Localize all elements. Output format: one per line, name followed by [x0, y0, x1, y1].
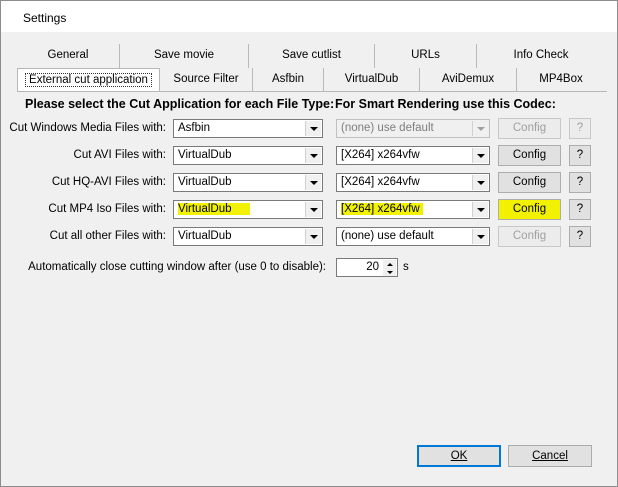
config-button-other[interactable]: Config	[498, 226, 561, 247]
tab-label: Save movie	[153, 49, 215, 61]
select-value: (none) use default	[341, 230, 434, 242]
codec-select-mp4[interactable]: [X264] x264vfw	[336, 200, 490, 219]
tab-virtualdub[interactable]: VirtualDub	[324, 68, 420, 92]
tab-label: VirtualDub	[344, 73, 399, 85]
tab-label: General	[47, 49, 89, 61]
cancel-button[interactable]: Cancel	[508, 445, 592, 467]
tab-external-cut-application[interactable]: External cut application	[17, 68, 160, 92]
row-label-hq-avi: Cut HQ-AVI Files with:	[51, 176, 166, 188]
codec-header: For Smart Rendering use this Codec:	[335, 97, 556, 111]
select-value: [X264] x264vfw	[341, 176, 420, 188]
codec-select-other[interactable]: (none) use default	[336, 227, 490, 246]
config-button-hq-avi[interactable]: Config	[498, 172, 561, 193]
select-value: VirtualDub	[178, 230, 232, 242]
help-button-wmv[interactable]: ?	[569, 118, 591, 139]
title-bar: Settings	[1, 1, 617, 32]
tab-row-top: General Save movie Save cutlist URLs Inf…	[17, 44, 605, 68]
select-value: [X264] x264vfw	[341, 203, 423, 215]
cut-app-select-wmv[interactable]: Asfbin	[173, 119, 323, 138]
tab-info-check[interactable]: Info Check	[477, 44, 605, 68]
tab-save-cutlist[interactable]: Save cutlist	[249, 44, 375, 68]
chevron-down-icon	[472, 229, 488, 244]
tab-mp4box[interactable]: MP4Box	[517, 68, 605, 92]
cancel-label: Cancel	[532, 450, 568, 462]
window-title: Settings	[23, 11, 67, 25]
cut-app-header: Please select the Cut Application for ea…	[25, 97, 335, 111]
ok-button[interactable]: OK	[417, 445, 501, 467]
tab-label: Info Check	[513, 49, 569, 61]
tab-general[interactable]: General	[17, 44, 120, 68]
cut-app-select-mp4[interactable]: VirtualDub	[173, 200, 323, 219]
select-value: VirtualDub	[178, 176, 232, 188]
chevron-down-icon	[472, 121, 488, 136]
chevron-down-icon	[472, 175, 488, 190]
row-label-mp4: Cut MP4 Iso Files with:	[48, 203, 166, 215]
help-button-avi[interactable]: ?	[569, 145, 591, 166]
tab-label: Asfbin	[272, 73, 304, 85]
tab-label: AviDemux	[441, 73, 495, 85]
tab-source-filter[interactable]: Source Filter	[160, 68, 253, 92]
tab-save-movie[interactable]: Save movie	[120, 44, 249, 68]
select-value: [X264] x264vfw	[341, 149, 420, 161]
spin-down-icon[interactable]	[383, 268, 396, 276]
tab-label: Source Filter	[173, 73, 239, 85]
spinner-value: 20	[366, 261, 379, 273]
ok-label: OK	[450, 450, 468, 462]
autoclose-spinner[interactable]: 20	[336, 258, 398, 277]
cut-app-select-avi[interactable]: VirtualDub	[173, 146, 323, 165]
row-label-avi: Cut AVI Files with:	[73, 149, 166, 161]
cut-app-select-other[interactable]: VirtualDub	[173, 227, 323, 246]
config-button-mp4[interactable]: Config	[498, 199, 561, 220]
chevron-down-icon	[305, 175, 321, 190]
select-value: VirtualDub	[178, 149, 232, 161]
config-button-avi[interactable]: Config	[498, 145, 561, 166]
cut-app-select-hq-avi[interactable]: VirtualDub	[173, 173, 323, 192]
select-value: Asfbin	[178, 122, 210, 134]
tab-row-bottom: External cut application Source Filter A…	[17, 68, 605, 92]
codec-select-wmv[interactable]: (none) use default	[336, 119, 490, 138]
tab-label: MP4Box	[539, 73, 583, 85]
tab-label: URLs	[411, 49, 440, 61]
spin-up-icon[interactable]	[383, 260, 396, 268]
help-button-mp4[interactable]: ?	[569, 199, 591, 220]
tab-avidemux[interactable]: AviDemux	[420, 68, 517, 92]
tab-label: External cut application	[25, 73, 152, 87]
chevron-down-icon	[472, 148, 488, 163]
autoclose-label: Automatically close cutting window after…	[28, 261, 326, 273]
config-button-wmv[interactable]: Config	[498, 118, 561, 139]
autoclose-unit: s	[403, 261, 409, 273]
select-value: (none) use default	[341, 122, 434, 134]
chevron-down-icon	[305, 202, 321, 217]
tab-urls[interactable]: URLs	[375, 44, 477, 68]
tab-asfbin[interactable]: Asfbin	[253, 68, 324, 92]
codec-select-hq-avi[interactable]: [X264] x264vfw	[336, 173, 490, 192]
chevron-down-icon	[305, 121, 321, 136]
chevron-down-icon	[305, 229, 321, 244]
row-label-wmv: Cut Windows Media Files with:	[9, 122, 166, 134]
help-button-other[interactable]: ?	[569, 226, 591, 247]
chevron-down-icon	[305, 148, 321, 163]
codec-select-avi[interactable]: [X264] x264vfw	[336, 146, 490, 165]
tab-label: Save cutlist	[282, 49, 341, 61]
help-button-hq-avi[interactable]: ?	[569, 172, 591, 193]
row-label-other: Cut all other Files with:	[49, 230, 166, 242]
settings-window: Settings General Save movie Save cutlist…	[0, 0, 618, 487]
select-value: VirtualDub	[178, 203, 250, 215]
chevron-down-icon	[472, 202, 488, 217]
